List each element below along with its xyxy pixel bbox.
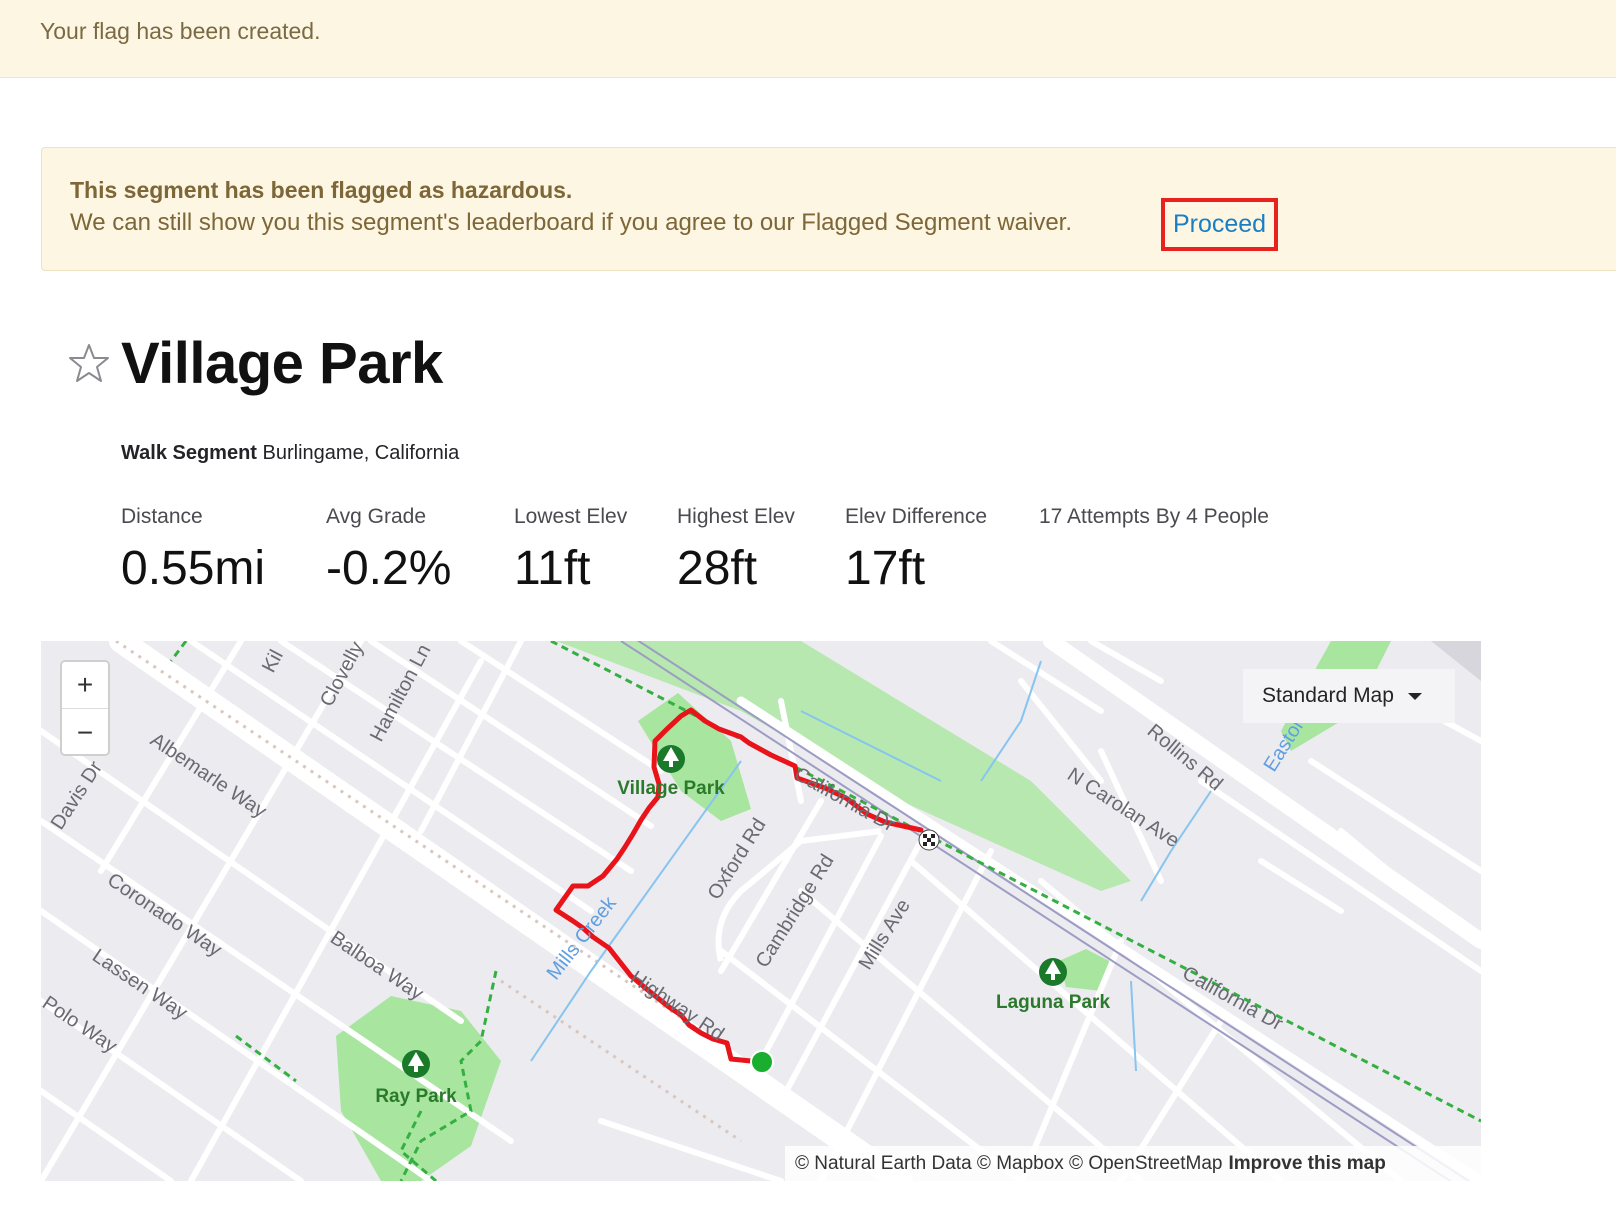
stat-label: Avg Grade: [326, 505, 427, 528]
stat-label: 17 Attempts By 4 People: [1039, 505, 1269, 528]
stat-label: Lowest Elev: [514, 505, 628, 528]
street-label: Oxford Rd: [704, 815, 771, 904]
start-marker: [750, 1050, 774, 1074]
map-attribution: © Natural Earth Data © Mapbox © OpenStre…: [785, 1146, 1481, 1181]
stat-value: 17ft: [845, 542, 926, 595]
zoom-control: + −: [60, 660, 110, 756]
hazard-text: We can still show you this segment's lea…: [70, 209, 1073, 236]
finish-flag-icon: [918, 829, 940, 851]
street-label: Clovelly: [316, 641, 368, 710]
stat-distance: Distance 0.55mi: [121, 505, 265, 596]
stat-label: Distance: [121, 505, 203, 528]
flag-created-banner: Your flag has been created.: [0, 0, 1616, 78]
hazard-title: This segment has been flagged as hazardo…: [70, 177, 573, 203]
caret-down-icon: [1407, 692, 1422, 700]
street-label: Kil: [258, 646, 288, 676]
star-icon[interactable]: [68, 343, 110, 383]
street-label: Balboa Way: [326, 927, 427, 1005]
street-label: Coronado Way: [103, 869, 225, 961]
street-label: Hamilton Ln: [366, 641, 436, 745]
stat-lowest-elev: Lowest Elev 11ft: [514, 505, 627, 596]
proceed-link[interactable]: Proceed: [1161, 198, 1278, 251]
page-title: Village Park: [121, 331, 443, 396]
zoom-out-button[interactable]: −: [62, 709, 108, 754]
tree-icon: [657, 745, 685, 773]
park-label-village: Village Park: [617, 778, 725, 799]
segment-location: Burlingame, California: [262, 442, 460, 464]
segment-map[interactable]: Village Park Laguna Park Ray Park Kil Cl…: [41, 641, 1481, 1181]
hazard-notice: This segment has been flagged as hazardo…: [41, 147, 1616, 271]
stat-value: 0.55mi: [121, 542, 266, 595]
stat-avg-grade: Avg Grade -0.2%: [326, 505, 451, 596]
tree-icon: [1039, 958, 1067, 986]
map-type-label: Standard Map: [1262, 684, 1394, 707]
banner-message: Your flag has been created.: [40, 18, 321, 44]
stat-label: Elev Difference: [845, 505, 988, 528]
attribution-text: © Natural Earth Data © Mapbox © OpenStre…: [795, 1152, 1223, 1174]
stat-highest-elev: Highest Elev 28ft: [677, 505, 795, 596]
stat-label: Highest Elev: [677, 505, 795, 528]
zoom-in-button[interactable]: +: [62, 662, 108, 709]
map-type-dropdown[interactable]: Standard Map: [1243, 669, 1455, 723]
stat-attempts: 17 Attempts By 4 People: [1039, 505, 1269, 529]
segment-info: Walk Segment Burlingame, California: [121, 442, 459, 465]
stat-value: 11ft: [514, 542, 591, 595]
park-label-laguna: Laguna Park: [996, 992, 1110, 1013]
stat-value: 28ft: [677, 542, 758, 595]
street-label: Polo Way: [41, 992, 121, 1058]
tree-icon: [402, 1050, 430, 1078]
segment-type: Walk Segment: [121, 442, 257, 464]
improve-map-link[interactable]: Improve this map: [1228, 1153, 1385, 1175]
stat-value: -0.2%: [326, 542, 452, 595]
street-label: Davis Dr: [47, 757, 107, 834]
park-label-ray: Ray Park: [375, 1086, 457, 1107]
stat-elev-difference: Elev Difference 17ft: [845, 505, 987, 596]
